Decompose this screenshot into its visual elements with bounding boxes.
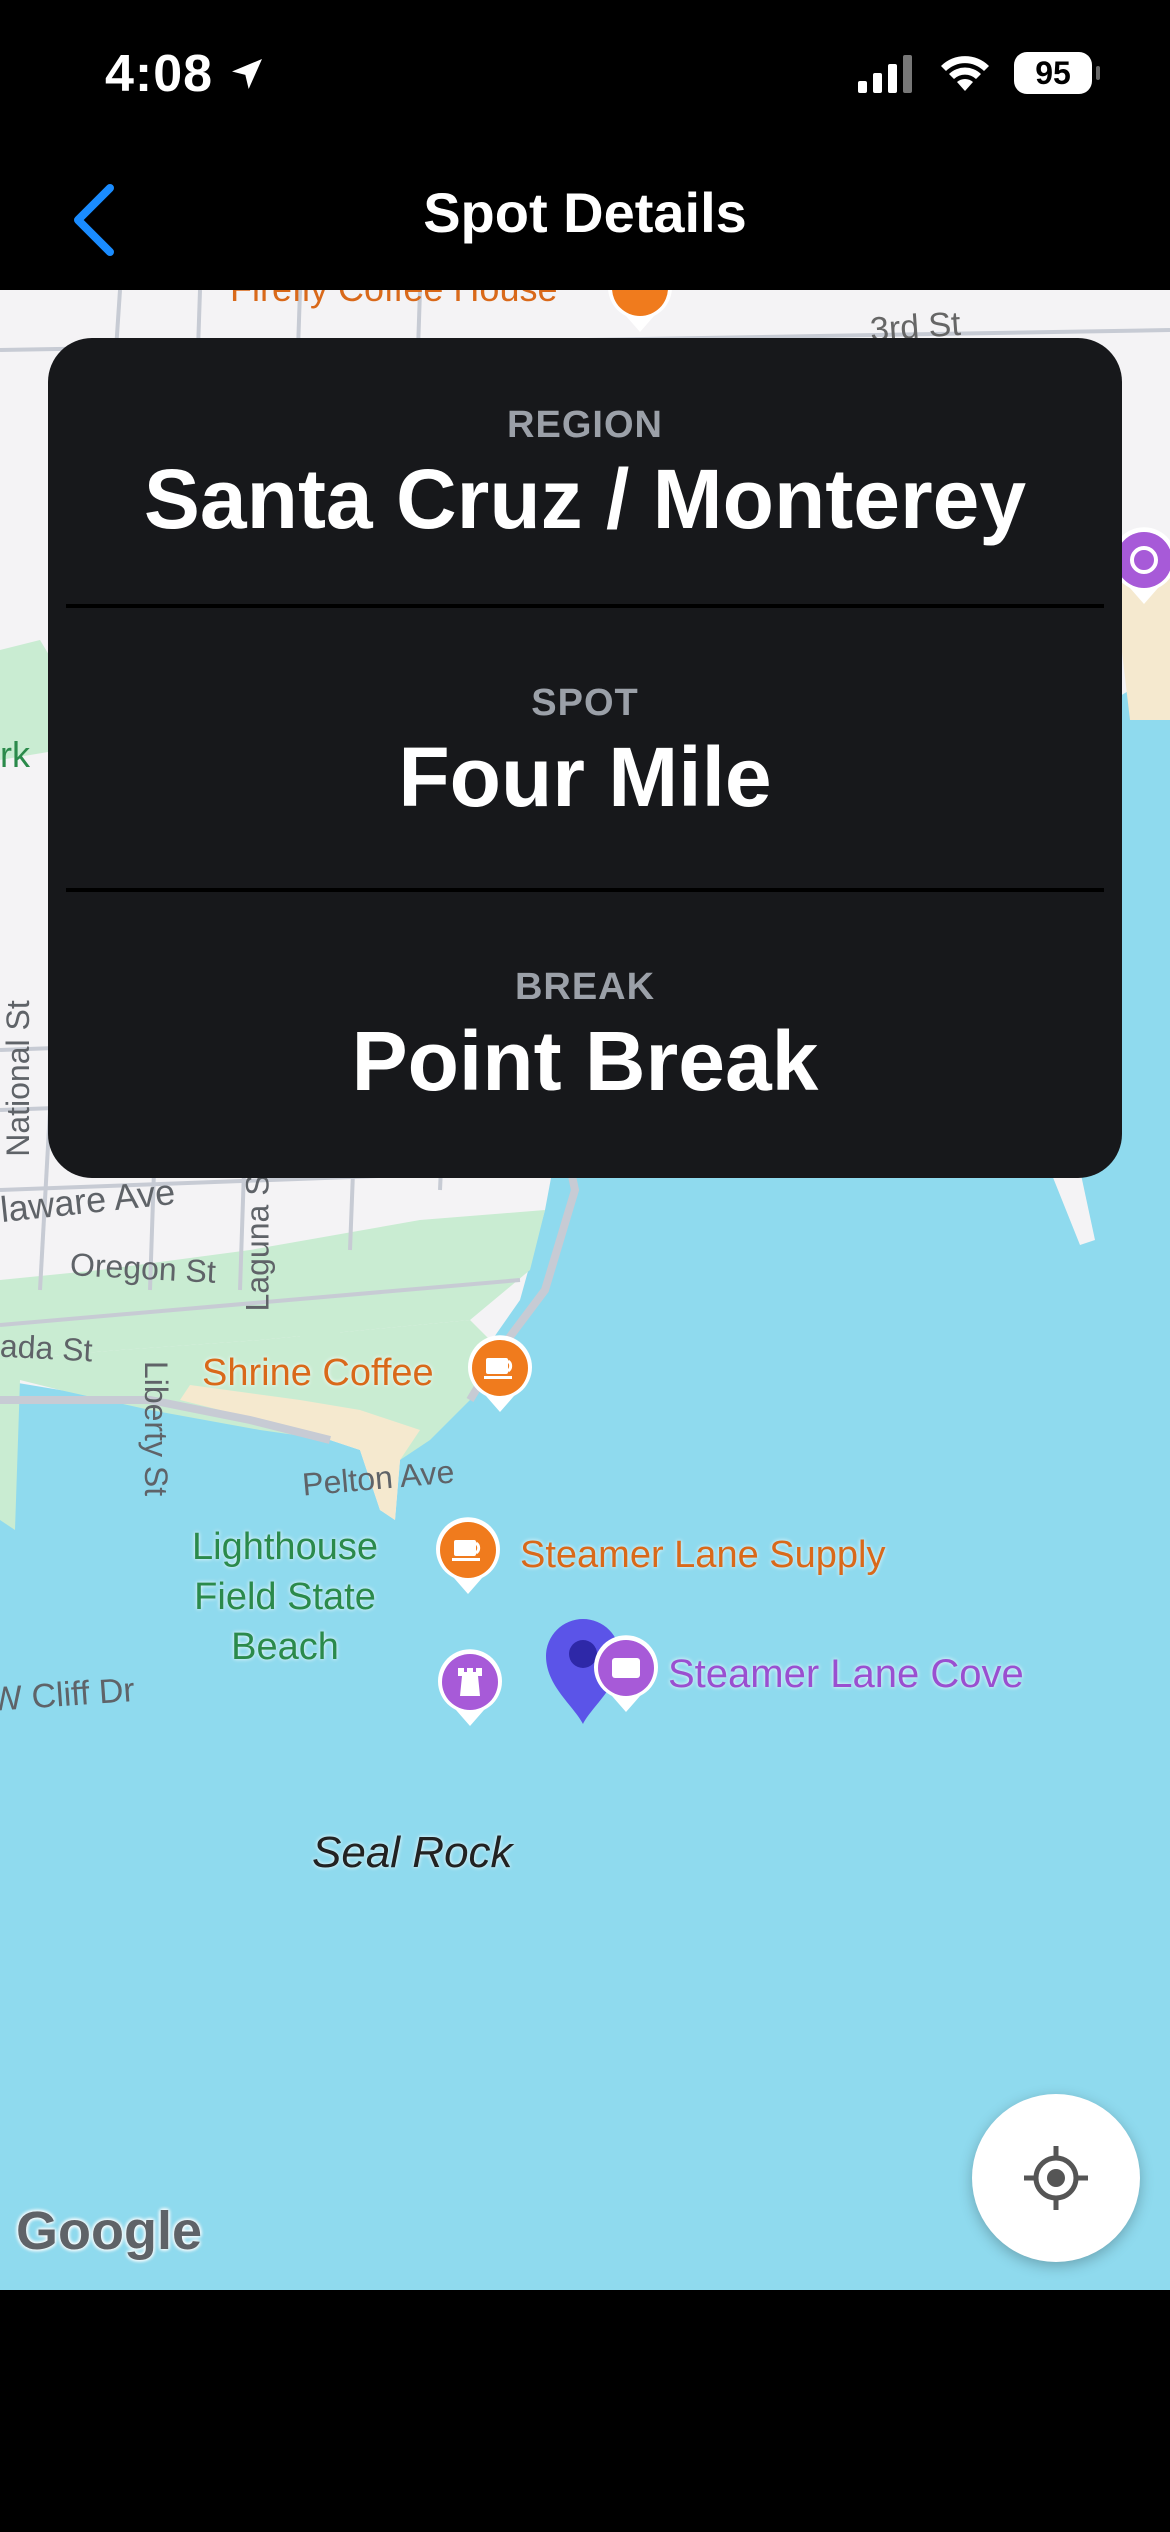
battery-indicator: 95 (1014, 52, 1100, 94)
coffee-cup-icon (468, 1335, 532, 1412)
place-label-shrine[interactable]: Shrine Coffee (202, 1352, 434, 1395)
coffee-pin-supply[interactable] (432, 1516, 504, 1596)
break-section: BREAK Point Break (48, 966, 1122, 1110)
street-label-laguna: Laguna St (239, 1165, 276, 1312)
place-label-cove[interactable]: Steamer Lane Cove (668, 1652, 1024, 1697)
street-label-oregon: Oregon St (69, 1246, 217, 1290)
street-label-national: National St (0, 1000, 36, 1157)
coffee-cup-icon (608, 290, 672, 332)
cellular-signal-icon (858, 55, 912, 93)
divider (66, 888, 1104, 892)
landmark-pin-cove[interactable] (590, 1634, 662, 1714)
street-label-liberty: Liberty St (138, 1360, 175, 1497)
battery-level: 95 (1035, 54, 1071, 91)
divider (66, 604, 1104, 608)
place-label-seal-rock: Seal Rock (312, 1828, 513, 1877)
google-attribution: Google (16, 2201, 202, 2261)
wifi-icon (941, 56, 989, 91)
region-label: REGION (507, 404, 663, 446)
region-section: REGION Santa Cruz / Monterey (48, 404, 1122, 548)
break-value: Point Break (351, 1014, 819, 1108)
my-location-button[interactable] (972, 2094, 1140, 2262)
status-bar: 4:08 95 (0, 0, 1170, 150)
crosshair-locate-icon (1024, 2146, 1088, 2210)
location-arrow-icon (232, 59, 263, 89)
status-time: 4:08 (105, 45, 214, 103)
navigation-bar: Spot Details (0, 150, 1170, 290)
spot-label: SPOT (531, 682, 639, 724)
coffee-pin-shrine[interactable] (464, 1334, 536, 1414)
spot-section: SPOT Four Mile (48, 682, 1122, 826)
landmark-pin-lighthouse[interactable] (434, 1648, 506, 1728)
region-value: Santa Cruz / Monterey (143, 452, 1027, 546)
bottom-bar (0, 2290, 1170, 2532)
spot-value: Four Mile (398, 730, 772, 824)
break-label: BREAK (514, 966, 656, 1008)
page-title: Spot Details (423, 181, 747, 244)
street-label-top-partial: Firefly Coffee House (230, 290, 557, 310)
tower-icon (438, 1649, 502, 1726)
camera-icon (594, 1635, 658, 1712)
place-label-supply[interactable]: Steamer Lane Supply (520, 1534, 885, 1577)
street-label-park: rk (0, 734, 30, 775)
street-label-ada: ada St (0, 1327, 94, 1369)
coffee-pin-top[interactable] (604, 290, 676, 334)
spot-info-card: REGION Santa Cruz / Monterey SPOT Four M… (48, 338, 1122, 1178)
place-label-lighthouse: Lighthouse Field State Beach (192, 1526, 378, 1668)
coffee-cup-icon (436, 1517, 500, 1594)
